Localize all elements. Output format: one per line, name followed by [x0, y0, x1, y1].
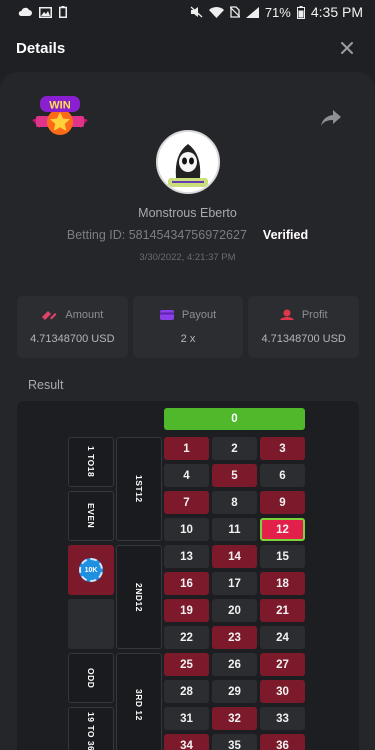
- number-cell-8[interactable]: 8: [212, 491, 257, 514]
- outside-label: 19 TO 36: [86, 712, 96, 750]
- profit-value: 4.71348700 USD: [261, 333, 346, 345]
- number-cell-27[interactable]: 27: [260, 653, 305, 676]
- number-cell-19[interactable]: 19: [164, 599, 209, 622]
- status-bar: 71% 4:35 PM: [0, 0, 375, 24]
- payout-card: Payout 2 x: [132, 296, 244, 358]
- coins-icon: [42, 311, 57, 320]
- wifi-icon: [208, 6, 224, 18]
- number-cell-35[interactable]: 35: [212, 734, 257, 750]
- battery-icon: [296, 5, 305, 19]
- number-cell-29[interactable]: 29: [212, 680, 257, 703]
- number-cell-3[interactable]: 3: [260, 437, 305, 460]
- profit-card: Profit 4.71348700 USD: [248, 296, 360, 358]
- modal-header: Details: [0, 24, 375, 72]
- number-cell-12[interactable]: 12: [260, 518, 305, 541]
- bet-black[interactable]: [68, 599, 114, 649]
- result-label: Result: [28, 378, 64, 392]
- number-cell-26[interactable]: 26: [212, 653, 257, 676]
- number-cell-0[interactable]: 0: [164, 408, 305, 430]
- close-button[interactable]: [335, 36, 359, 60]
- bet-even[interactable]: EVEN: [68, 491, 114, 541]
- payout-label: Payout: [181, 309, 217, 321]
- number-cell-1[interactable]: 1: [164, 437, 209, 460]
- number-cell-30[interactable]: 30: [260, 680, 305, 703]
- number-cell-11[interactable]: 11: [212, 518, 257, 541]
- number-cell-6[interactable]: 6: [260, 464, 305, 487]
- profit-label: Profit: [301, 309, 328, 321]
- verified-badge: Verified: [262, 228, 309, 242]
- number-cell-15[interactable]: 15: [260, 545, 305, 568]
- svg-text:WIN: WIN: [49, 100, 70, 112]
- dozen-1[interactable]: 1ST12: [116, 437, 162, 541]
- number-cell-20[interactable]: 20: [212, 599, 257, 622]
- number-cell-9[interactable]: 9: [260, 491, 305, 514]
- share-button[interactable]: [320, 108, 342, 128]
- bet-odd[interactable]: ODD: [68, 653, 114, 703]
- number-cell-34[interactable]: 34: [164, 734, 209, 750]
- bet-chip-icon: 10K: [79, 558, 103, 582]
- number-cell-5[interactable]: 5: [212, 464, 257, 487]
- number-cell-23[interactable]: 23: [212, 626, 257, 649]
- dozen-label: 2ND12: [134, 582, 144, 612]
- outside-label: 1 TO18: [86, 446, 96, 478]
- number-cell-10[interactable]: 10: [164, 518, 209, 541]
- number-cell-14[interactable]: 14: [212, 545, 257, 568]
- dozen-label: 1ST12: [134, 475, 144, 503]
- page-title: Details: [16, 39, 66, 57]
- number-cell-31[interactable]: 31: [164, 707, 209, 730]
- win-badge-icon: WIN: [32, 96, 88, 135]
- number-cell-13[interactable]: 13: [164, 545, 209, 568]
- amount-label: Amount: [65, 309, 104, 321]
- number-cell-24[interactable]: 24: [260, 626, 305, 649]
- bet-timestamp: 3/30/2022, 4:21:37 PM: [139, 252, 236, 263]
- number-cell-22[interactable]: 22: [164, 626, 209, 649]
- battery-percent: 71%: [264, 4, 291, 20]
- mute-icon: [190, 6, 203, 18]
- betting-info: Betting ID: 58145434756972627 Verified: [0, 228, 375, 242]
- avatar-image: [158, 132, 218, 192]
- close-icon: [341, 42, 353, 54]
- betting-id: Betting ID: 58145434756972627: [66, 228, 247, 242]
- number-cell-16[interactable]: 16: [164, 572, 209, 595]
- bet-1-to-18[interactable]: 1 TO18: [68, 437, 114, 487]
- number-cell-17[interactable]: 17: [212, 572, 257, 595]
- dozen-label: 3RD 12: [134, 689, 144, 721]
- number-cell-32[interactable]: 32: [212, 707, 257, 730]
- avatar: [156, 130, 220, 194]
- profit-icon: [279, 309, 294, 320]
- cloud-icon: [18, 7, 32, 16]
- number-cell-25[interactable]: 25: [164, 653, 209, 676]
- roulette-board: 0 1 2 3 4 5 6 7 8 9 10 11 12 13 14 15 16 17 18 19 20 21 22 23 24…: [17, 401, 359, 750]
- battery-saver-icon: [59, 6, 67, 18]
- stats-row: Amount 4.71348700 USD Payout 2 x Profit …: [17, 296, 360, 358]
- number-cell-21[interactable]: 21: [260, 599, 305, 622]
- number-cell-33[interactable]: 33: [260, 707, 305, 730]
- number-cell-18[interactable]: 18: [260, 572, 305, 595]
- number-cell-7[interactable]: 7: [164, 491, 209, 514]
- signal-icon: [245, 6, 259, 18]
- outside-label: EVEN: [86, 503, 96, 529]
- dozen-3[interactable]: 3RD 12: [116, 653, 162, 750]
- details-sheet: WIN Monstrous Eberto Betting ID: 5814543…: [0, 72, 375, 750]
- notification-icons: [18, 6, 67, 18]
- clock: 4:35 PM: [310, 4, 363, 20]
- number-cell-4[interactable]: 4: [164, 464, 209, 487]
- amount-value: 4.71348700 USD: [30, 333, 115, 345]
- payout-value: 2 x: [180, 333, 196, 345]
- image-icon: [39, 6, 52, 18]
- wallet-icon: [159, 310, 174, 320]
- username: Monstrous Eberto: [138, 206, 237, 220]
- outside-label: ODD: [86, 667, 96, 689]
- dozen-2[interactable]: 2ND12: [116, 545, 162, 649]
- number-cell-36[interactable]: 36: [260, 734, 305, 750]
- bet-19-to-36[interactable]: 19 TO 36: [68, 707, 114, 750]
- share-icon: [321, 110, 341, 126]
- amount-card: Amount 4.71348700 USD: [17, 296, 128, 358]
- number-cell-2[interactable]: 2: [212, 437, 257, 460]
- number-cell-28[interactable]: 28: [164, 680, 209, 703]
- no-sim-icon: [229, 6, 240, 18]
